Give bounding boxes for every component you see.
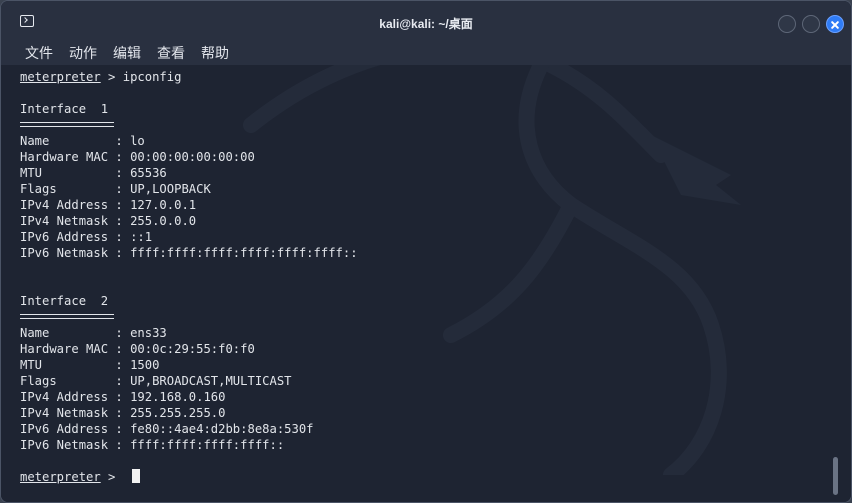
current-prompt-line: meterpreter > xyxy=(20,469,115,485)
menu-bar: 文件 动作 编辑 查看 帮助 xyxy=(1,37,851,65)
table-row: MTU : 65536 xyxy=(20,166,167,180)
table-row: IPv4 Address : 192.168.0.160 xyxy=(20,390,226,404)
command-line: meterpreter > ipconfig xyxy=(20,69,181,85)
header-rule xyxy=(20,122,114,127)
table-row: Hardware MAC : 00:00:00:00:00:00 xyxy=(20,150,255,164)
table-row: IPv6 Netmask : ffff:ffff:ffff:ffff:ffff:… xyxy=(20,246,358,260)
scrollbar[interactable] xyxy=(833,457,838,495)
window-title: kali@kali: ~/桌面 xyxy=(379,17,473,31)
prompt: meterpreter xyxy=(20,70,101,84)
close-button[interactable] xyxy=(826,15,844,33)
table-row: IPv4 Address : 127.0.0.1 xyxy=(20,198,197,212)
prompt: meterpreter xyxy=(20,470,101,484)
table-row: Flags : UP,LOOPBACK xyxy=(20,182,211,196)
table-row: Name : ens33 xyxy=(20,326,167,340)
command-text: > ipconfig xyxy=(100,70,182,84)
interface-header: Interface 1 xyxy=(20,102,109,116)
interface-header: Interface 2 xyxy=(20,294,109,308)
table-row: IPv4 Netmask : 255.0.0.0 xyxy=(20,214,197,228)
table-row: MTU : 1500 xyxy=(20,358,160,372)
text-cursor xyxy=(132,469,140,483)
table-row: Flags : UP,BROADCAST,MULTICAST xyxy=(20,374,292,388)
kali-dragon-logo xyxy=(243,65,741,475)
table-row: IPv4 Netmask : 255.255.255.0 xyxy=(20,406,226,420)
table-row: Hardware MAC : 00:0c:29:55:f0:f0 xyxy=(20,342,255,356)
prompt-suffix: > xyxy=(100,470,116,484)
terminal-window: kali@kali: ~/桌面 文件 动作 编辑 查看 帮助 meterpret… xyxy=(0,0,852,503)
terminal-output[interactable]: meterpreter > ipconfig Interface 1 Name … xyxy=(1,65,851,502)
title-bar[interactable]: kali@kali: ~/桌面 xyxy=(1,1,851,37)
minimize-button[interactable] xyxy=(778,15,796,33)
maximize-button[interactable] xyxy=(802,15,820,33)
menu-file[interactable]: 文件 xyxy=(25,43,53,63)
header-rule xyxy=(20,314,114,319)
table-row: IPv6 Address : ::1 xyxy=(20,230,153,244)
table-row: Name : lo xyxy=(20,134,145,148)
menu-view[interactable]: 查看 xyxy=(157,43,185,63)
menu-help[interactable]: 帮助 xyxy=(201,43,229,63)
table-row: IPv6 Netmask : ffff:ffff:ffff:ffff:: xyxy=(20,438,285,452)
menu-edit[interactable]: 编辑 xyxy=(113,43,141,63)
menu-action[interactable]: 动作 xyxy=(69,43,97,63)
table-row: IPv6 Address : fe80::4ae4:d2bb:8e8a:530f xyxy=(20,422,314,436)
